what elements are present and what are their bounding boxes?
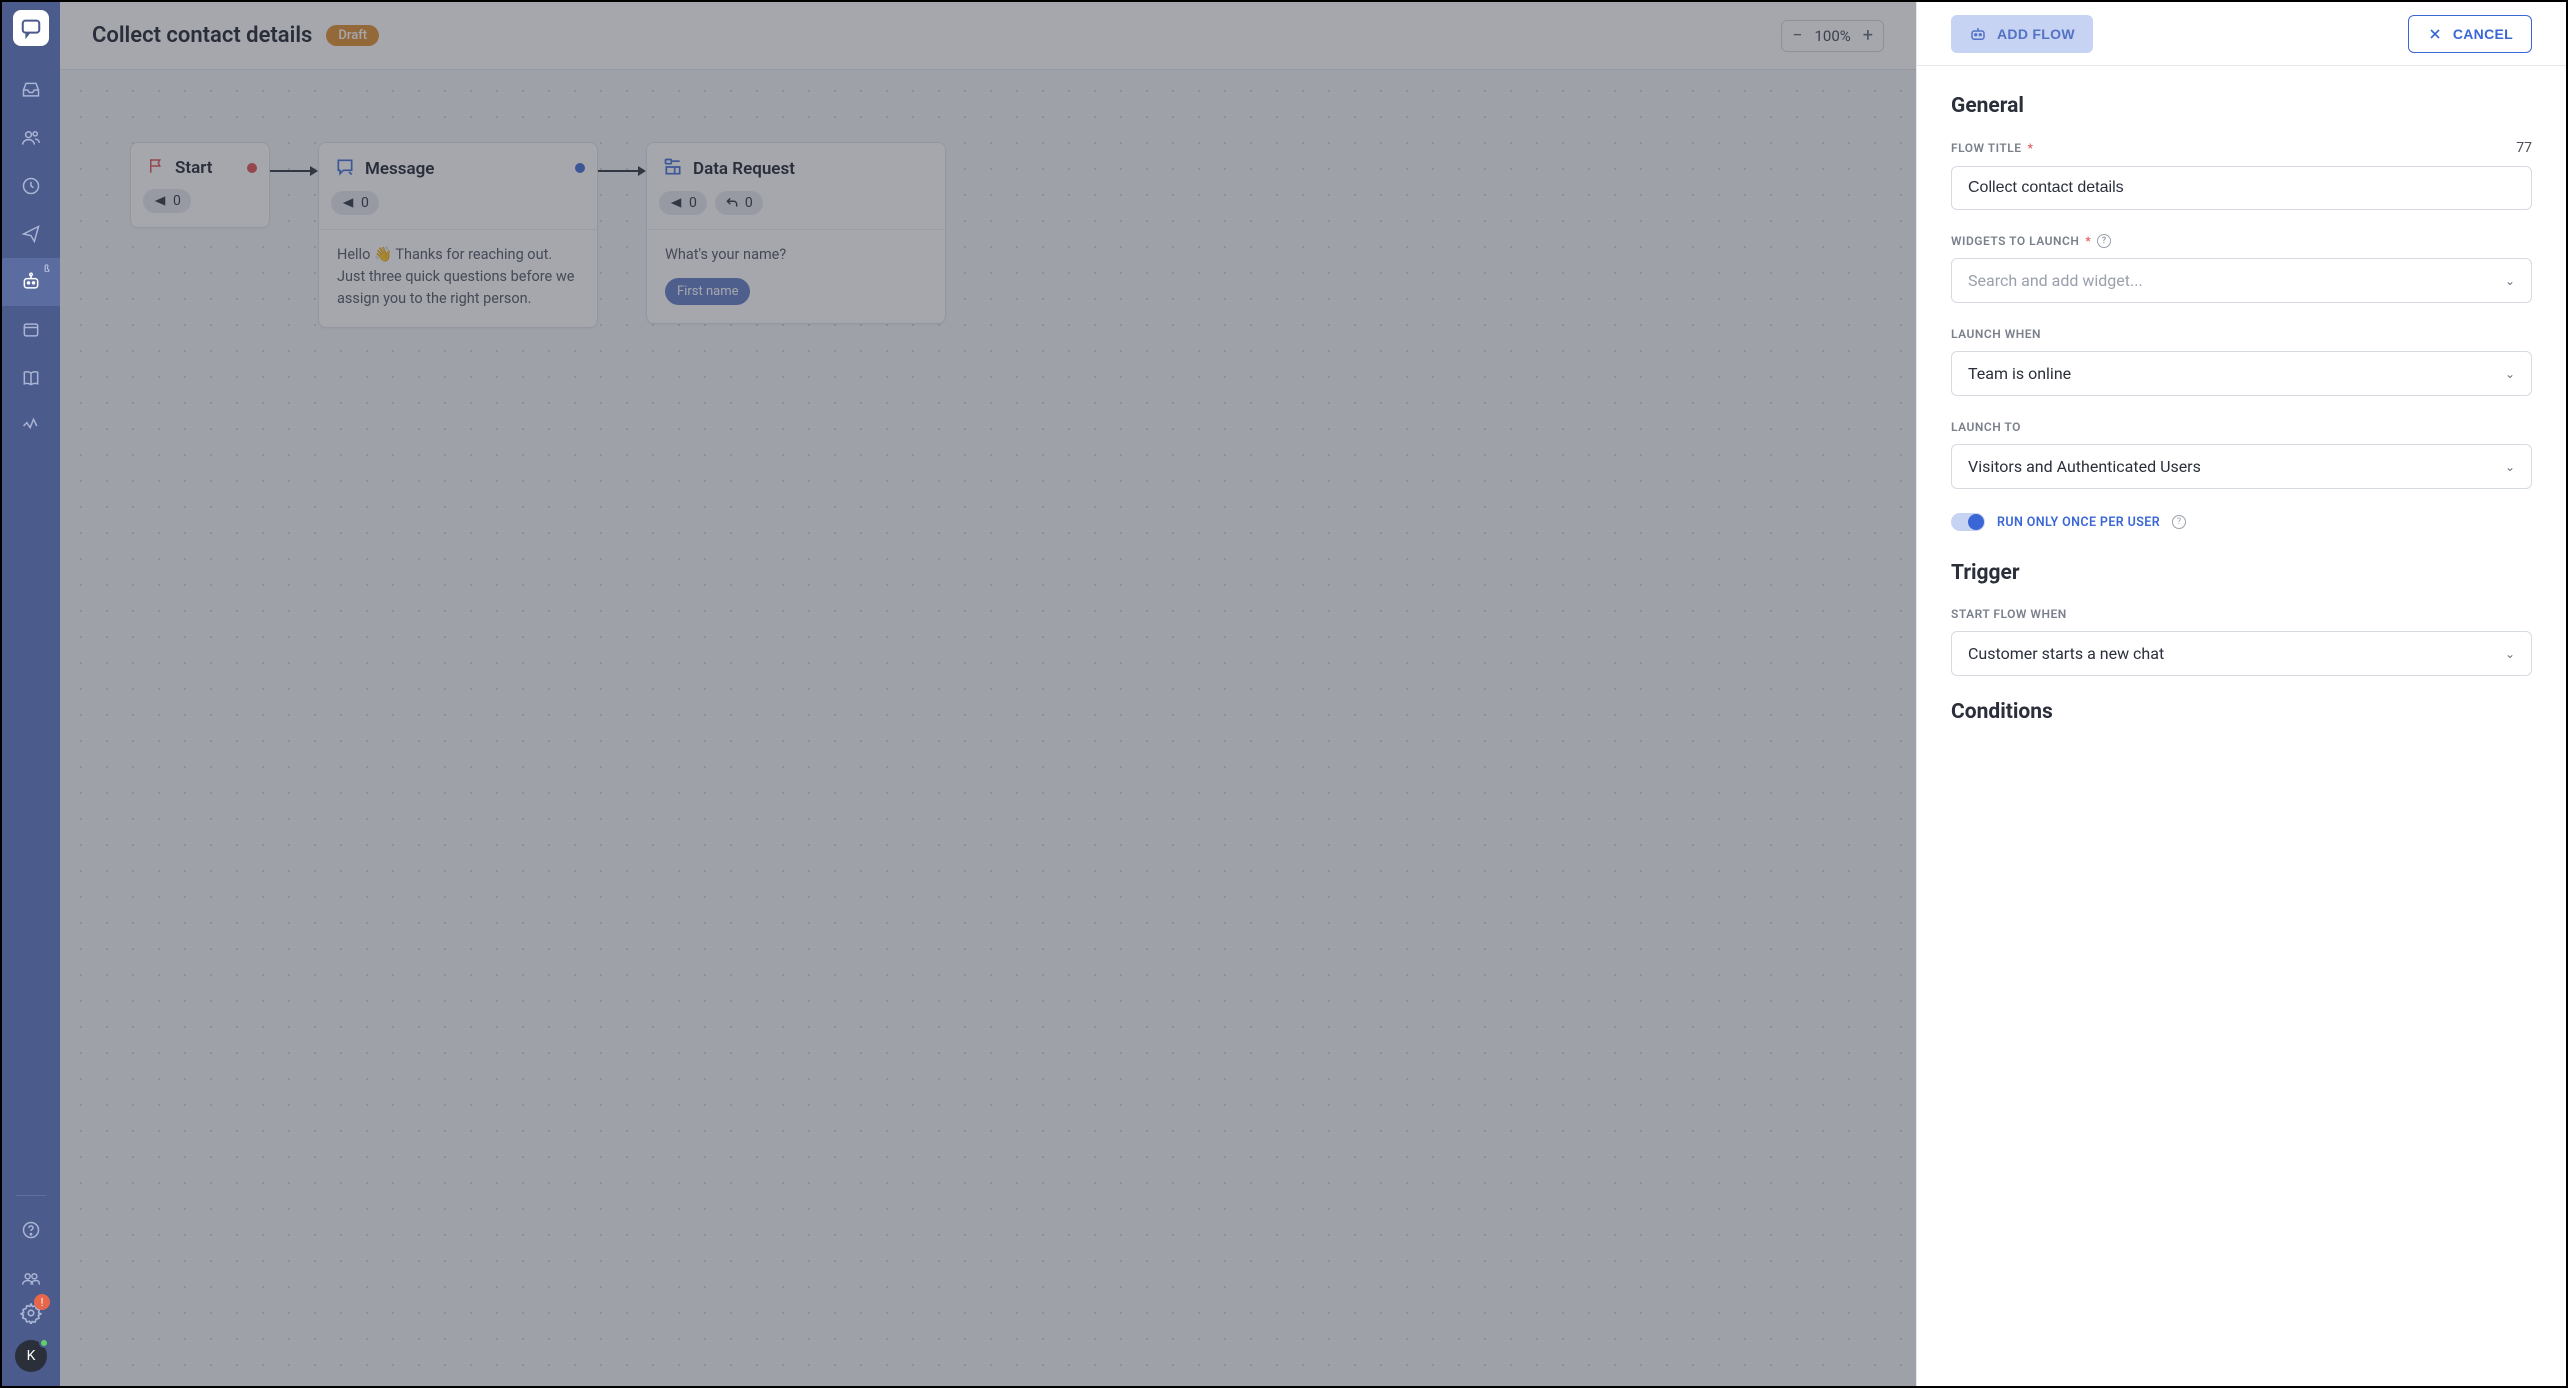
launch-to-select[interactable]: Visitors and Authenticated Users ⌄ xyxy=(1951,444,2532,489)
widgets-label: WIDGETS TO LAUNCH xyxy=(1951,234,2079,248)
flow-title-input[interactable] xyxy=(1951,166,2532,210)
nav-settings[interactable]: ! xyxy=(20,1302,42,1328)
cancel-button[interactable]: CANCEL xyxy=(2408,15,2532,53)
zoom-value: 100% xyxy=(1815,27,1851,45)
node-data-request-body: What's your name? xyxy=(665,244,927,266)
start-when-value: Customer starts a new chat xyxy=(1968,644,2164,663)
start-when-label: START FLOW WHEN xyxy=(1951,607,2067,621)
nav-campaigns[interactable] xyxy=(2,210,60,258)
left-sidebar: ß ! K xyxy=(2,2,60,1386)
in-count: 0 xyxy=(745,195,753,211)
cancel-label: CANCEL xyxy=(2453,26,2513,42)
out-count: 0 xyxy=(689,195,697,211)
nav-widgets[interactable] xyxy=(2,306,60,354)
node-status-dot xyxy=(247,163,257,173)
node-message[interactable]: Message 0 Hello 👋 Thanks for reaching ou… xyxy=(318,142,598,328)
canvas-wrap: Collect contact details Draft − 100% + S… xyxy=(60,2,1916,1386)
launch-to-label: LAUNCH TO xyxy=(1951,420,2021,434)
widgets-select[interactable]: Search and add widget... ⌄ xyxy=(1951,258,2532,303)
out-count: 0 xyxy=(173,193,181,209)
settings-alert-badge: ! xyxy=(34,1294,50,1310)
nav-knowledge[interactable] xyxy=(2,354,60,402)
node-message-title: Message xyxy=(365,159,434,179)
nav-bot[interactable]: ß xyxy=(2,258,60,306)
zoom-control: − 100% + xyxy=(1781,20,1884,52)
flow-title-label: FLOW TITLE xyxy=(1951,141,2022,155)
required-indicator: * xyxy=(2028,141,2034,155)
flow-canvas[interactable]: Start 0 xyxy=(60,70,1916,1386)
toggle-knob xyxy=(1968,514,1984,530)
out-count: 0 xyxy=(361,195,369,211)
user-avatar[interactable]: K xyxy=(15,1340,47,1372)
out-count-pill: 0 xyxy=(659,191,707,215)
settings-panel: ADD FLOW CANCEL General FLOW TITLE * 77 … xyxy=(1916,2,2566,1386)
nav-history[interactable] xyxy=(2,162,60,210)
nav-contacts[interactable] xyxy=(2,114,60,162)
connector-arrow xyxy=(270,166,318,176)
node-data-request[interactable]: Data Request 0 0 What's your name? xyxy=(646,142,946,324)
flag-icon xyxy=(147,157,165,179)
status-badge: Draft xyxy=(326,25,379,46)
app-logo[interactable] xyxy=(13,10,49,46)
out-count-pill: 0 xyxy=(331,191,379,215)
chevron-down-icon: ⌄ xyxy=(2505,274,2515,288)
data-request-icon xyxy=(663,157,683,181)
in-count-pill: 0 xyxy=(715,191,763,215)
sidebar-divider xyxy=(16,1195,46,1196)
zoom-out-button[interactable]: − xyxy=(1792,27,1802,45)
chevron-down-icon: ⌄ xyxy=(2505,460,2515,474)
out-count-pill: 0 xyxy=(143,189,191,213)
launch-when-select[interactable]: Team is online ⌄ xyxy=(1951,351,2532,396)
help-icon[interactable]: ? xyxy=(2097,234,2111,248)
connector-arrow xyxy=(598,166,646,176)
nav-inbox[interactable] xyxy=(2,66,60,114)
node-status-dot xyxy=(575,163,585,173)
zoom-in-button[interactable]: + xyxy=(1863,27,1873,45)
message-icon xyxy=(335,157,355,181)
add-flow-button[interactable]: ADD FLOW xyxy=(1951,15,2093,53)
start-when-select[interactable]: Customer starts a new chat ⌄ xyxy=(1951,631,2532,676)
widgets-placeholder: Search and add widget... xyxy=(1968,271,2143,290)
section-conditions: Conditions xyxy=(1951,700,2532,724)
chevron-down-icon: ⌄ xyxy=(2505,647,2515,661)
presence-dot xyxy=(39,1338,49,1348)
beta-badge: ß xyxy=(44,264,50,275)
nav-analytics[interactable] xyxy=(2,402,60,450)
field-tag: First name xyxy=(665,278,750,306)
flow-title-count: 77 xyxy=(2516,140,2532,156)
topbar: Collect contact details Draft − 100% + xyxy=(60,2,1916,70)
required-indicator: * xyxy=(2085,234,2091,248)
help-icon[interactable]: ? xyxy=(2172,515,2186,529)
section-general: General xyxy=(1951,94,2532,118)
avatar-initial: K xyxy=(27,1348,36,1364)
run-once-toggle[interactable] xyxy=(1951,513,1985,531)
add-flow-label: ADD FLOW xyxy=(1997,26,2075,42)
nav-help[interactable] xyxy=(2,1206,60,1254)
launch-when-label: LAUNCH WHEN xyxy=(1951,327,2041,341)
launch-to-value: Visitors and Authenticated Users xyxy=(1968,457,2201,476)
page-title: Collect contact details xyxy=(92,23,312,48)
launch-when-value: Team is online xyxy=(1968,364,2071,383)
chevron-down-icon: ⌄ xyxy=(2505,367,2515,381)
run-once-label: RUN ONLY ONCE PER USER xyxy=(1997,515,2160,530)
node-start-title: Start xyxy=(175,158,212,178)
nav-team[interactable] xyxy=(2,1254,60,1302)
node-message-body: Hello 👋 Thanks for reaching out. Just th… xyxy=(319,229,597,327)
node-start[interactable]: Start 0 xyxy=(130,142,270,228)
section-trigger: Trigger xyxy=(1951,561,2532,585)
node-data-request-title: Data Request xyxy=(693,159,795,179)
